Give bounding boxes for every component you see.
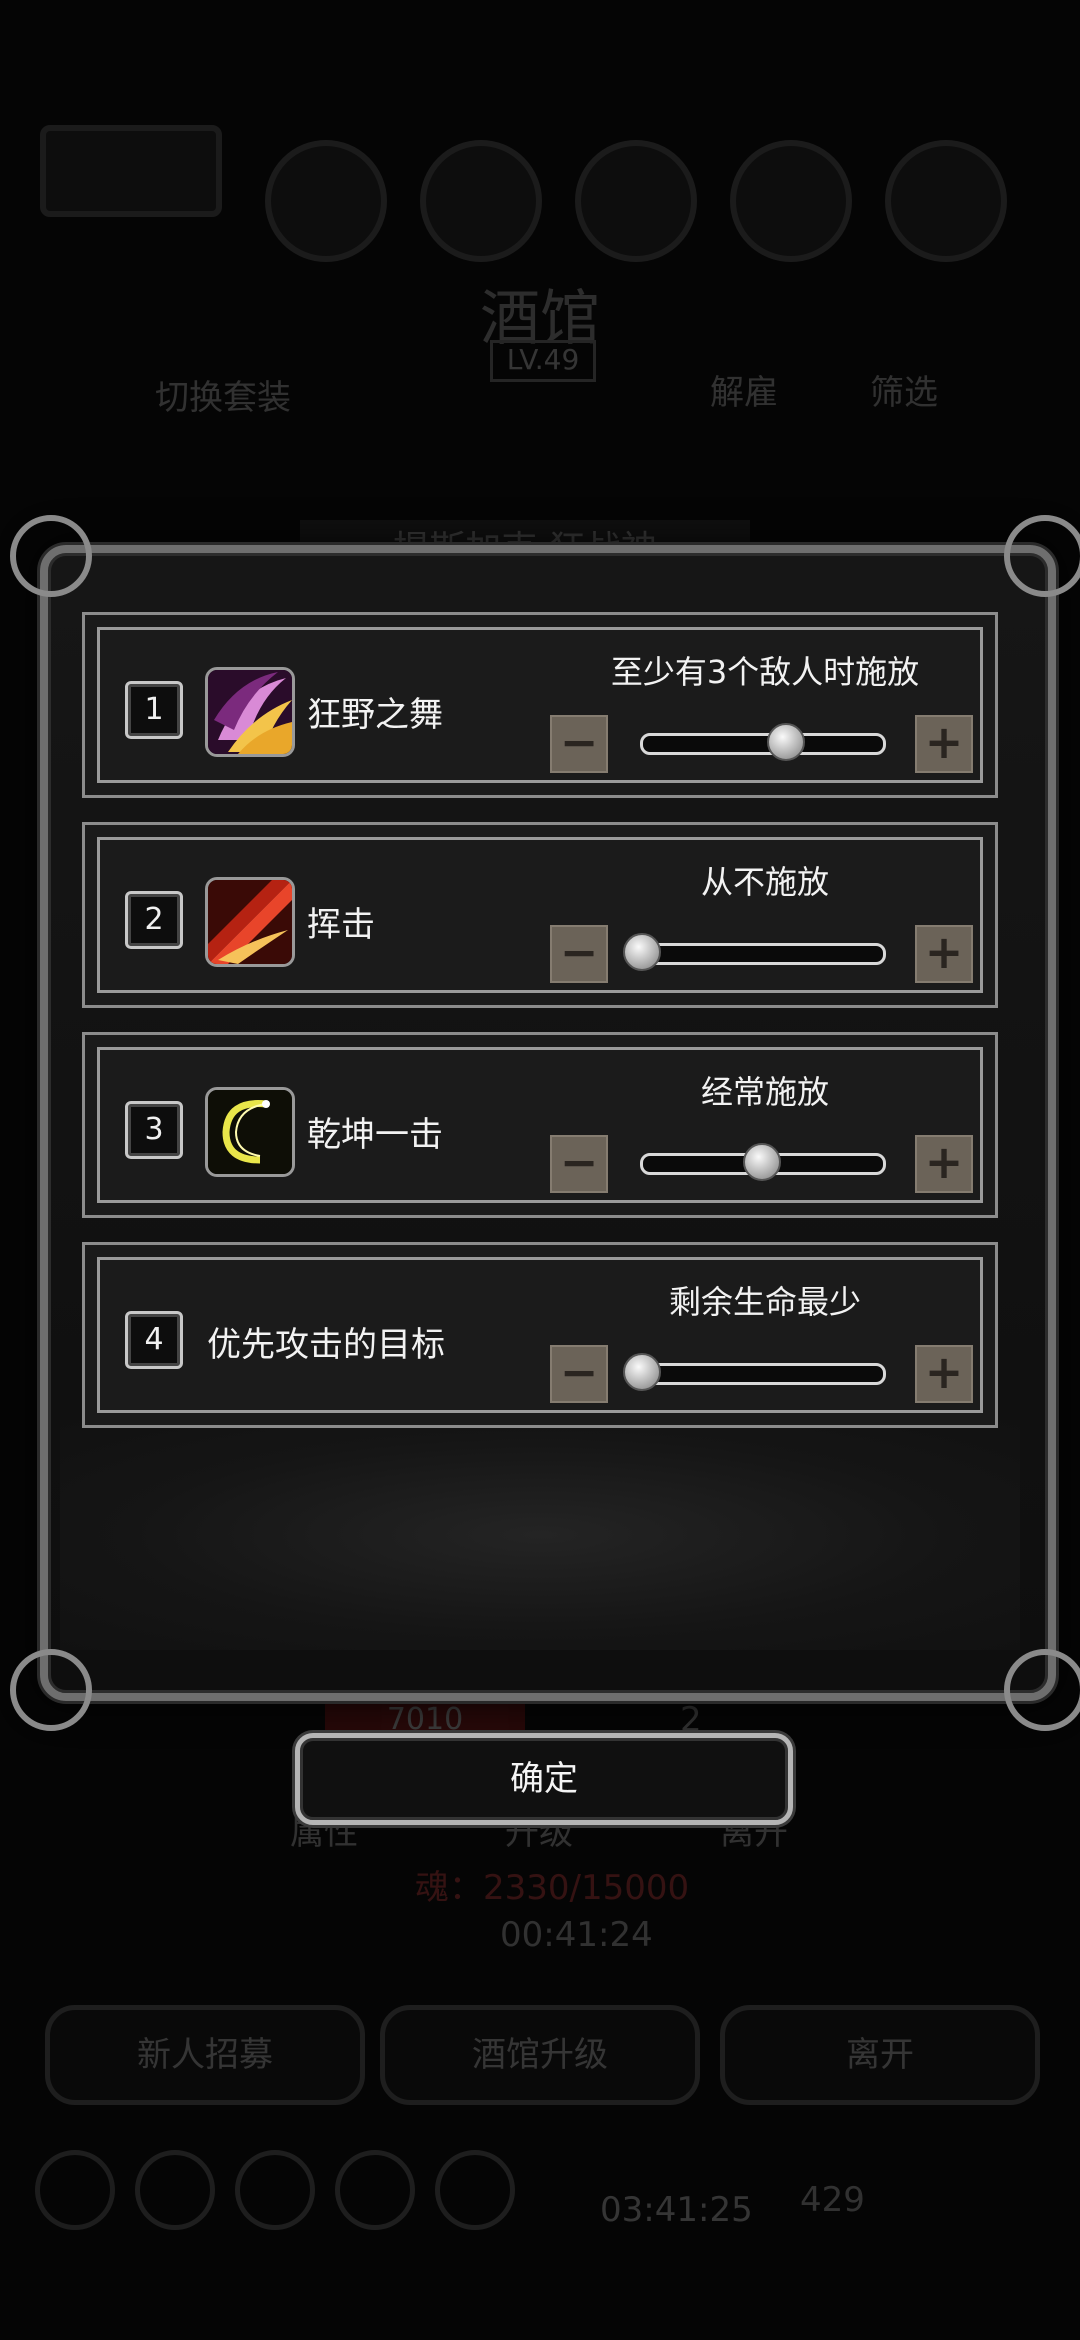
- skill-row: 2 挥击 从不施放 − +: [82, 822, 998, 1008]
- cast-condition-slider[interactable]: [640, 943, 886, 965]
- target-priority-label: 优先攻击的目标: [207, 1325, 445, 1365]
- decrease-button[interactable]: −: [550, 1345, 608, 1403]
- confirm-button[interactable]: 确定: [295, 1733, 793, 1825]
- slider-knob[interactable]: [623, 1353, 661, 1391]
- swing-strike-skill-icon: [205, 877, 295, 967]
- bg-switch-outfit: 切换套装: [155, 378, 291, 418]
- heaven-earth-strike-skill-icon: [205, 1087, 295, 1177]
- slider-knob[interactable]: [743, 1143, 781, 1181]
- resource-icon: [575, 140, 697, 262]
- wild-dance-skill-icon: [205, 667, 295, 757]
- treasure-icon: [40, 125, 222, 217]
- skill-slot-number: 4: [125, 1311, 183, 1369]
- bg-tavern-upgrade: 酒馆升级: [380, 2005, 700, 2105]
- skill-name: 狂野之舞: [307, 695, 443, 735]
- cast-condition-label: 经常施放: [700, 1073, 829, 1111]
- increase-button[interactable]: +: [915, 925, 973, 983]
- decrease-button[interactable]: −: [550, 715, 608, 773]
- skill-row: 1 狂野之舞 至少有3个敌人时施放 − +: [82, 612, 998, 798]
- resource-icon: [420, 140, 542, 262]
- dock-icon: [335, 2150, 415, 2230]
- target-priority-row: 4 优先攻击的目标 剩余生命最少 − +: [82, 1242, 998, 1428]
- resource-icon: [730, 140, 852, 262]
- cast-condition-slider[interactable]: [640, 733, 886, 755]
- corner-ornament: [1004, 1649, 1080, 1731]
- corner-ornament: [10, 515, 92, 597]
- dock-icon: [235, 2150, 315, 2230]
- decrease-button[interactable]: −: [550, 1135, 608, 1193]
- bg-leave: 离开: [720, 2005, 1040, 2105]
- skill-row: 3 乾坤一击 经常施放 − +: [82, 1032, 998, 1218]
- skill-slot-number: 3: [125, 1101, 183, 1159]
- dock-icon: [435, 2150, 515, 2230]
- skill-slot-number: 2: [125, 891, 183, 949]
- cast-condition-label: 从不施放: [700, 863, 829, 901]
- target-priority-slider[interactable]: [640, 1363, 886, 1385]
- increase-button[interactable]: +: [915, 715, 973, 773]
- corner-ornament: [10, 1649, 92, 1731]
- slider-knob[interactable]: [623, 933, 661, 971]
- slider-knob[interactable]: [767, 723, 805, 761]
- corner-ornament: [1004, 515, 1080, 597]
- bg-dismiss: 解雇: [710, 373, 778, 413]
- skill-name: 乾坤一击: [307, 1115, 443, 1155]
- skill-name: 挥击: [307, 905, 375, 945]
- increase-button[interactable]: +: [915, 1135, 973, 1193]
- resource-icon: [265, 140, 387, 262]
- cast-condition-label: 至少有3个敌人时施放: [610, 653, 920, 691]
- decrease-button[interactable]: −: [550, 925, 608, 983]
- bg-level: LV.49: [490, 340, 596, 382]
- bg-gems: 429: [800, 2180, 865, 2220]
- resource-icon: [885, 140, 1007, 262]
- increase-button[interactable]: +: [915, 1345, 973, 1403]
- dock-icon: [35, 2150, 115, 2230]
- target-priority-value: 剩余生命最少: [668, 1283, 861, 1321]
- bg-timer: 03:41:25: [600, 2190, 753, 2230]
- panel-empty-area: [60, 1420, 1020, 1650]
- bg-filter: 筛选: [870, 373, 938, 413]
- bg-timer-small: 00:41:24: [500, 1915, 653, 1955]
- bg-recruit: 新人招募: [45, 2005, 365, 2105]
- skill-slot-number: 1: [125, 681, 183, 739]
- dock-icon: [135, 2150, 215, 2230]
- bg-soul: 魂：2330/15000: [415, 1868, 690, 1908]
